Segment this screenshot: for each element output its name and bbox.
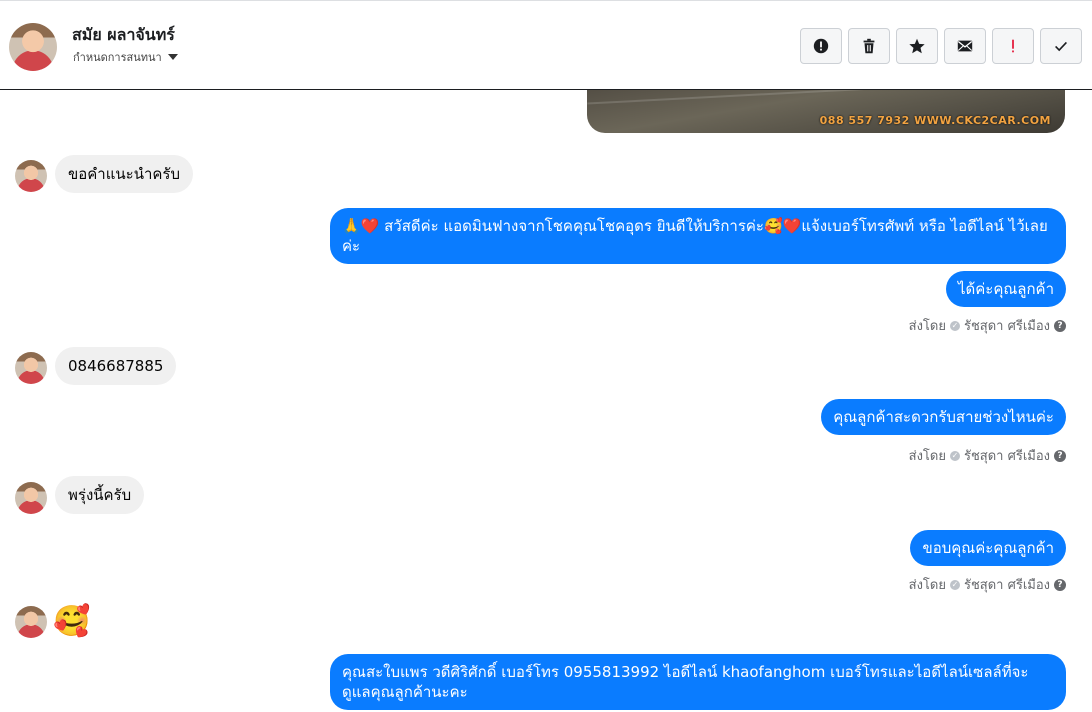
sent-by-label: ส่งโดย	[908, 449, 946, 464]
contact-name[interactable]: สมัย ผลาจันทร์	[72, 23, 175, 48]
sent-by-agent: รัชสุดา ศรีเมือง	[963, 319, 1050, 334]
trash-icon	[863, 38, 875, 54]
road-marking	[587, 90, 1065, 105]
star-icon	[909, 38, 925, 54]
conversation-header: สมัย ผลาจันทร์ กำหนดการสนทนา	[0, 0, 1092, 90]
image-watermark: 088 557 7932 WWW.CKC2CAR.COM	[819, 114, 1051, 127]
sent-by-agent: รัชสุดา ศรีเมือง	[963, 449, 1050, 464]
check-circle-icon: ✓	[949, 579, 960, 590]
sent-by-label: ส่งโดย	[908, 578, 946, 593]
sent-by-label: ส่งโดย	[908, 319, 946, 334]
help-icon[interactable]: ?	[1054, 319, 1066, 332]
contact-avatar[interactable]	[9, 23, 57, 71]
image-attachment[interactable]: 088 557 7932 WWW.CKC2CAR.COM	[587, 90, 1065, 133]
sent-by-info: ส่งโดย ✓ รัชสุดา ศรีเมือง ?	[909, 315, 1066, 336]
message-incoming[interactable]: 0846687885	[55, 347, 177, 385]
sender-avatar[interactable]	[15, 160, 47, 192]
important-icon	[1012, 39, 1014, 53]
emoji-message[interactable]: 🥰	[53, 605, 90, 639]
action-toolbar	[800, 28, 1082, 64]
message-outgoing[interactable]: คุณลูกค้าสะดวกรับสายช่วงไหนค่ะ	[821, 399, 1066, 435]
mark-done-button[interactable]	[1040, 28, 1082, 64]
caret-down-icon	[167, 54, 178, 60]
sender-avatar[interactable]	[15, 482, 47, 514]
alert-circle-icon	[813, 38, 829, 54]
message-outgoing[interactable]: คุณสะใบแพร วดีศิริศักดิ์ เบอร์โทร 095581…	[330, 654, 1066, 710]
sent-by-info: ส่งโดย ✓ รัชสุดา ศรีเมือง ?	[909, 445, 1066, 466]
mark-unread-button[interactable]	[944, 28, 986, 64]
check-circle-icon: ✓	[949, 320, 960, 331]
schedule-label: กำหนดการสนทนา	[73, 51, 162, 64]
message-incoming[interactable]: พรุ่งนี้ครับ	[55, 476, 145, 514]
sender-avatar[interactable]	[15, 606, 47, 638]
mark-important-button[interactable]	[992, 28, 1034, 64]
mail-icon	[957, 40, 973, 52]
message-outgoing[interactable]: ได้ค่ะคุณลูกค้า	[945, 271, 1066, 307]
star-button[interactable]	[896, 28, 938, 64]
message-incoming[interactable]: ขอคำแนะนำครับ	[55, 155, 193, 193]
sender-avatar[interactable]	[15, 352, 47, 384]
check-icon	[1055, 41, 1067, 52]
delete-button[interactable]	[848, 28, 890, 64]
help-icon[interactable]: ?	[1054, 449, 1066, 462]
report-spam-button[interactable]	[800, 28, 842, 64]
help-icon[interactable]: ?	[1054, 578, 1066, 591]
sent-by-info: ส่งโดย ✓ รัชสุดา ศรีเมือง ?	[909, 574, 1066, 595]
message-outgoing[interactable]: ขอบคุณค่ะคุณลูกค้า	[910, 530, 1066, 566]
sent-by-agent: รัชสุดา ศรีเมือง	[963, 578, 1050, 593]
message-outgoing[interactable]: 🙏❤️ สวัสดีค่ะ แอดมินฟางจากโชคคุณโชคอุดร …	[330, 208, 1066, 264]
message-thread[interactable]: 088 557 7932 WWW.CKC2CAR.COM ขอคำแนะนำคร…	[0, 90, 1092, 712]
check-circle-icon: ✓	[949, 450, 960, 461]
conversation-schedule-dropdown[interactable]: กำหนดการสนทนา	[73, 48, 178, 66]
